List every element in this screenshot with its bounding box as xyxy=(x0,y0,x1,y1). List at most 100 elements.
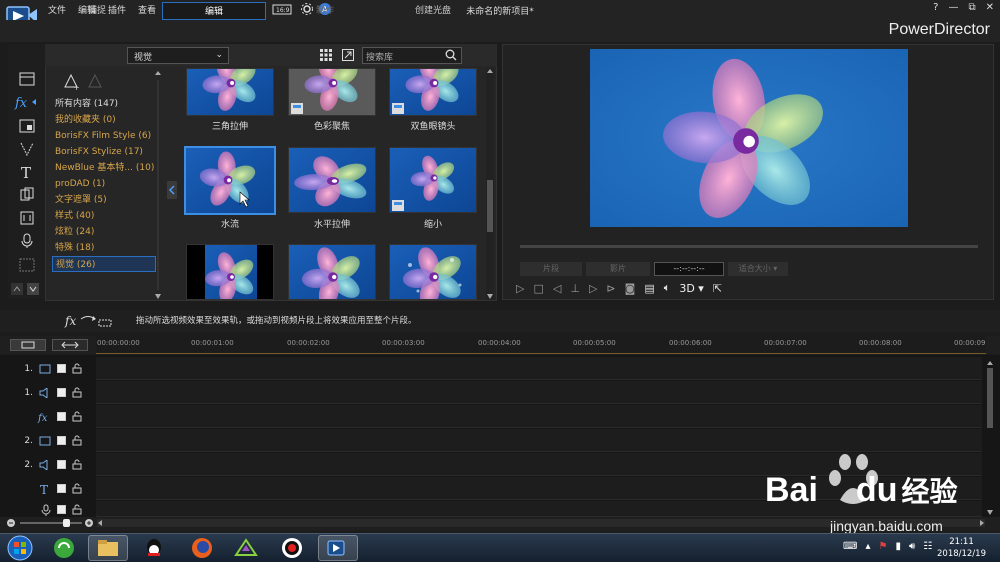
effect-thumb-horizontal-stretch[interactable] xyxy=(288,147,376,213)
media-room-icon[interactable] xyxy=(8,68,45,90)
taskbar-video-app-icon[interactable] xyxy=(226,535,266,561)
library-search-input[interactable]: 搜索库 xyxy=(362,47,462,64)
voice-over-room-icon[interactable] xyxy=(8,230,45,252)
category-text-mask[interactable]: 文字遮罩 (5) xyxy=(52,192,156,208)
track-enable-checkbox[interactable] xyxy=(57,412,66,421)
taskbar-360-browser-icon[interactable] xyxy=(44,535,84,561)
tab-capture[interactable]: 捕捉 xyxy=(62,2,132,20)
next-frame-icon[interactable]: ▷ xyxy=(589,282,597,295)
effect-settings-icon[interactable]: fx xyxy=(63,312,113,328)
transition-room-icon[interactable] xyxy=(8,184,45,206)
lock-icon[interactable] xyxy=(72,504,82,515)
effect-track[interactable] xyxy=(96,405,982,428)
mark-icon[interactable]: ⊥ xyxy=(570,282,580,295)
zoom-out-icon[interactable] xyxy=(6,518,16,528)
fast-forward-icon[interactable]: ⊳ xyxy=(606,282,615,295)
effect-thumb-blur[interactable] xyxy=(288,244,376,300)
timeline-vertical-scrollbar[interactable] xyxy=(986,360,994,516)
category-particles[interactable]: 炫粒 (24) xyxy=(52,224,156,240)
audio-track-1[interactable] xyxy=(96,381,982,404)
grid-view-icon[interactable] xyxy=(320,49,332,61)
pip-room-icon[interactable] xyxy=(8,115,45,137)
subtitle-room-icon[interactable] xyxy=(8,254,45,276)
taskbar-qq-icon[interactable] xyxy=(134,535,174,561)
restore-button[interactable]: ⧉ xyxy=(968,2,975,13)
snapshot-icon[interactable]: ◙ xyxy=(625,282,636,295)
effects-room-icon[interactable]: fx xyxy=(8,91,45,113)
expand-view-icon[interactable] xyxy=(342,49,354,61)
scroll-up-button[interactable] xyxy=(11,283,23,295)
preview-progress-bar[interactable] xyxy=(520,245,978,248)
effect-thumb-water-flow[interactable] xyxy=(184,146,276,215)
tab-produce[interactable]: 制作 xyxy=(290,2,360,20)
category-favorites[interactable]: 我的收藏夹 (0) xyxy=(52,112,156,128)
category-newblue[interactable]: NewBlue 基本特... (10) xyxy=(52,160,156,176)
lock-icon[interactable] xyxy=(72,435,82,446)
network-icon[interactable]: ▮ xyxy=(895,541,901,552)
stop-icon[interactable]: □ xyxy=(533,282,543,295)
effect-thumb-shrink[interactable] xyxy=(389,147,477,213)
lock-icon[interactable] xyxy=(72,411,82,422)
title-room-icon[interactable]: T xyxy=(8,161,45,183)
effect-thumb-particles[interactable] xyxy=(389,244,477,300)
zoom-in-icon[interactable] xyxy=(84,518,94,528)
effect-grid-scrollbar[interactable] xyxy=(486,68,494,300)
show-hidden-icons[interactable]: ▴ xyxy=(865,541,870,552)
minimize-button[interactable]: — xyxy=(948,2,958,13)
ime-icon[interactable]: ☷ xyxy=(923,541,932,552)
track-enable-checkbox[interactable] xyxy=(57,460,66,469)
tab-create-disc[interactable]: 创建光盘 xyxy=(398,2,468,20)
track-enable-checkbox[interactable] xyxy=(57,505,66,514)
system-clock[interactable]: 21:11 2018/12/19 xyxy=(937,536,986,560)
lock-icon[interactable] xyxy=(72,363,82,374)
volume-icon[interactable]: 🔈︎ xyxy=(664,281,671,295)
lock-icon[interactable] xyxy=(72,387,82,398)
help-button[interactable]: ? xyxy=(933,2,938,13)
category-visual[interactable]: 视觉 (26) xyxy=(52,256,156,272)
effect-thumb-double-fisheye[interactable] xyxy=(389,68,477,116)
track-enable-checkbox[interactable] xyxy=(57,364,66,373)
track-enable-checkbox[interactable] xyxy=(57,484,66,493)
play-icon[interactable]: ▷ xyxy=(516,282,524,295)
collapse-panel-button[interactable] xyxy=(167,181,177,199)
track-enable-checkbox[interactable] xyxy=(57,436,66,445)
keyboard-icon[interactable]: ⌨ xyxy=(843,541,857,552)
audio-mixing-room-icon[interactable] xyxy=(8,207,45,229)
category-scrollbar[interactable] xyxy=(154,70,162,300)
subtitle-icon[interactable]: ▤ xyxy=(644,282,654,295)
lock-icon[interactable] xyxy=(72,483,82,494)
zoom-slider-thumb[interactable] xyxy=(63,519,70,527)
category-prodad[interactable]: proDAD (1) xyxy=(52,176,156,192)
track-enable-checkbox[interactable] xyxy=(57,388,66,397)
3d-mode-button[interactable]: 3D ▾ xyxy=(679,282,704,295)
zoom-slider[interactable] xyxy=(20,522,82,524)
scroll-down-button[interactable] xyxy=(27,283,39,295)
effect-thumb-letterbox[interactable] xyxy=(186,244,274,300)
fit-timeline-button[interactable] xyxy=(52,339,88,351)
video-track-2[interactable] xyxy=(96,429,982,452)
taskbar-firefox-icon[interactable] xyxy=(182,535,222,561)
taskbar-record-icon[interactable] xyxy=(272,535,312,561)
add-to-favorites-icon[interactable]: + xyxy=(62,73,80,91)
taskbar-powerdirector-icon[interactable] xyxy=(318,535,358,561)
video-track-1[interactable] xyxy=(96,357,982,380)
category-borisfx-film[interactable]: BorisFX Film Style (6) xyxy=(52,128,156,144)
storyboard-view-button[interactable] xyxy=(10,339,46,351)
category-all[interactable]: 所有内容 (147) xyxy=(52,96,156,112)
close-button[interactable]: ✕ xyxy=(986,2,994,13)
lock-icon[interactable] xyxy=(72,459,82,470)
category-style[interactable]: 样式 (40) xyxy=(52,208,156,224)
category-special[interactable]: 特殊 (18) xyxy=(52,240,156,256)
category-borisfx-stylize[interactable]: BorisFX Stylize (17) xyxy=(52,144,156,160)
taskbar-explorer-icon[interactable] xyxy=(88,535,128,561)
clip-mode-button[interactable]: 片段 xyxy=(520,262,582,276)
volume-tray-icon[interactable]: 🔊︎ xyxy=(909,541,915,552)
previous-frame-icon[interactable]: ◁ xyxy=(553,282,561,295)
tab-edit[interactable]: 编辑 xyxy=(162,2,266,20)
effect-thumb-color-focus[interactable] xyxy=(288,68,376,116)
effect-thumb-triangle-stretch[interactable] xyxy=(186,68,274,116)
remove-favorite-icon[interactable] xyxy=(86,73,104,91)
undock-preview-icon[interactable]: ⇱ xyxy=(713,282,722,295)
library-category-dropdown[interactable]: 视觉 ⌄ xyxy=(127,47,229,64)
movie-mode-button[interactable]: 影片 xyxy=(586,262,650,276)
